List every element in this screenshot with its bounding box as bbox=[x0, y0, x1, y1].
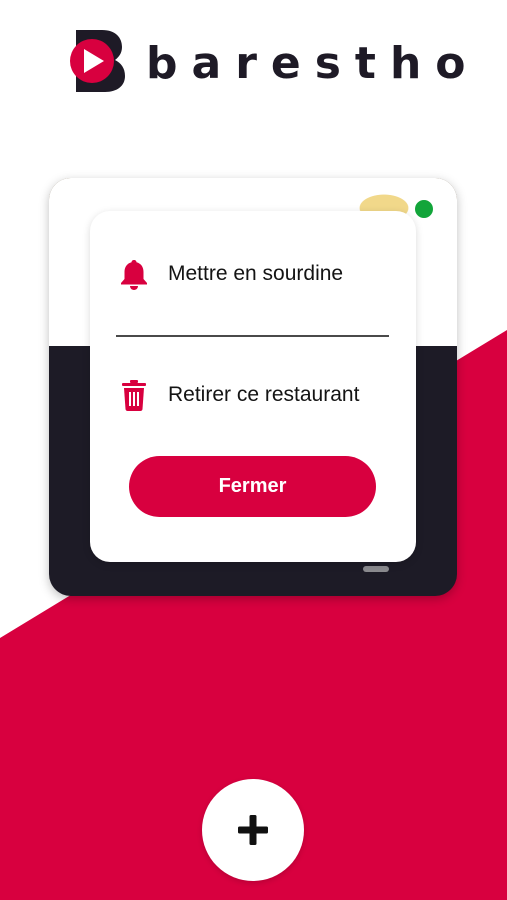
bell-icon bbox=[118, 257, 150, 291]
card-drag-handle[interactable] bbox=[363, 566, 389, 572]
trash-icon bbox=[118, 378, 150, 412]
remove-restaurant-menu-item[interactable]: Retirer ce restaurant bbox=[118, 378, 359, 412]
brand-name: barestho bbox=[146, 38, 480, 89]
close-button[interactable]: Fermer bbox=[129, 456, 376, 517]
online-status-dot bbox=[413, 198, 435, 220]
restaurant-options-modal: Mettre en sourdine Retirer ce restaurant… bbox=[90, 211, 416, 562]
mute-label: Mettre en sourdine bbox=[168, 262, 344, 285]
menu-divider bbox=[116, 335, 389, 337]
add-button[interactable] bbox=[202, 779, 304, 881]
barestho-logo-icon bbox=[70, 30, 125, 92]
remove-restaurant-label: Retirer ce restaurant bbox=[168, 383, 360, 406]
mute-menu-item[interactable]: Mettre en sourdine bbox=[118, 257, 343, 291]
plus-icon bbox=[238, 815, 268, 845]
app-header: barestho bbox=[0, 0, 507, 120]
